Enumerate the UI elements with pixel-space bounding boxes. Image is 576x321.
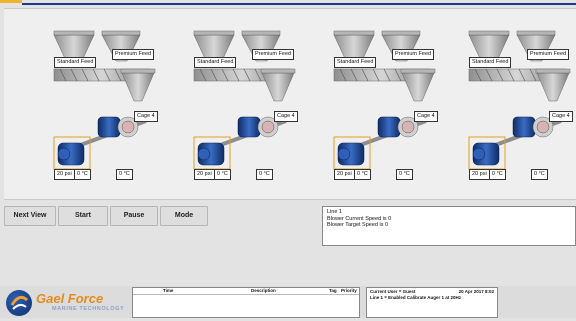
feeder-unit-3[interactable]: Standard Feed Premium Feed Cage 4 20 psi 0 °… xyxy=(324,9,464,199)
top-rule xyxy=(22,3,576,5)
premium-feed-label: Premium Feed xyxy=(112,49,155,60)
premium-feed-label: Premium Feed xyxy=(252,49,295,60)
temperature-readout-1: 0 °C xyxy=(214,169,231,180)
top-bar xyxy=(0,0,576,6)
premium-feed-label: Premium Feed xyxy=(527,49,570,60)
feeder-unit-2[interactable]: Standard Feed Premium Feed Cage 4 20 psi 0 °… xyxy=(184,9,324,199)
standard-feed-label: Standard Feed xyxy=(194,57,237,68)
pressure-readout: 20 psi xyxy=(194,169,215,180)
alarm-col-tag[interactable]: Tag xyxy=(329,288,337,293)
temperature-readout-2: 0 °C xyxy=(396,169,413,180)
event-text: Line 1 = Enabled Calibrate Auger 1 at 20… xyxy=(370,294,461,300)
user-event-panel: Current User = Guest 20 Apr 2017 8:02 Li… xyxy=(366,287,498,318)
logo-subtitle: MARINE TECHNOLOGY xyxy=(52,306,125,312)
message-line-3: Blower Target Speed is 0 xyxy=(327,222,389,228)
top-accent xyxy=(0,0,22,3)
cage-label: Cage 4 xyxy=(274,111,298,122)
standard-feed-label: Standard Feed xyxy=(334,57,377,68)
alarm-col-description[interactable]: Description xyxy=(251,288,276,293)
event-date: 20 Apr 2017 8:02 xyxy=(458,289,494,294)
logo-name: Gael Force xyxy=(36,291,104,306)
standard-feed-label: Standard Feed xyxy=(469,57,512,68)
feeder-unit-1[interactable]: Standard Feed Premium Feed Cage 4 20 psi 0 °… xyxy=(44,9,184,199)
status-message-box: Line 1 Blower Current Speed is 0 Blower … xyxy=(322,206,576,246)
pressure-readout: 20 psi xyxy=(334,169,355,180)
pressure-readout: 20 psi xyxy=(469,169,490,180)
temperature-readout-2: 0 °C xyxy=(531,169,548,180)
next-view-button[interactable]: Next View xyxy=(4,206,56,226)
temperature-readout-2: 0 °C xyxy=(116,169,133,180)
feeder-unit-4[interactable]: Standard Feed Premium Feed Cage 4 20 psi 0 °… xyxy=(459,9,576,199)
pressure-readout: 20 psi xyxy=(54,169,75,180)
temperature-readout-2: 0 °C xyxy=(256,169,273,180)
company-logo: Gael Force MARINE TECHNOLOGY xyxy=(6,290,126,316)
start-button[interactable]: Start xyxy=(58,206,108,226)
alarm-table[interactable]: Time Description Tag Priority xyxy=(132,287,360,318)
cage-label: Cage 4 xyxy=(549,111,573,122)
premium-feed-label: Premium Feed xyxy=(392,49,435,60)
current-user: Current User = Guest xyxy=(370,289,416,294)
pause-button[interactable]: Pause xyxy=(110,206,158,226)
temperature-readout-1: 0 °C xyxy=(74,169,91,180)
cage-label: Cage 4 xyxy=(414,111,438,122)
alarm-col-time[interactable]: Time xyxy=(163,288,173,293)
standard-feed-label: Standard Feed xyxy=(54,57,97,68)
mode-button[interactable]: Mode xyxy=(160,206,208,226)
logo-globe-icon xyxy=(6,290,32,316)
feeder-overview-panel: Standard Feed Premium Feed Cage 4 20 psi 0 °… xyxy=(4,8,576,200)
alarm-table-header: Time Description Tag Priority xyxy=(133,288,359,295)
alarm-col-priority[interactable]: Priority xyxy=(341,288,357,293)
temperature-readout-1: 0 °C xyxy=(354,169,371,180)
cage-label: Cage 4 xyxy=(134,111,158,122)
temperature-readout-1: 0 °C xyxy=(489,169,506,180)
